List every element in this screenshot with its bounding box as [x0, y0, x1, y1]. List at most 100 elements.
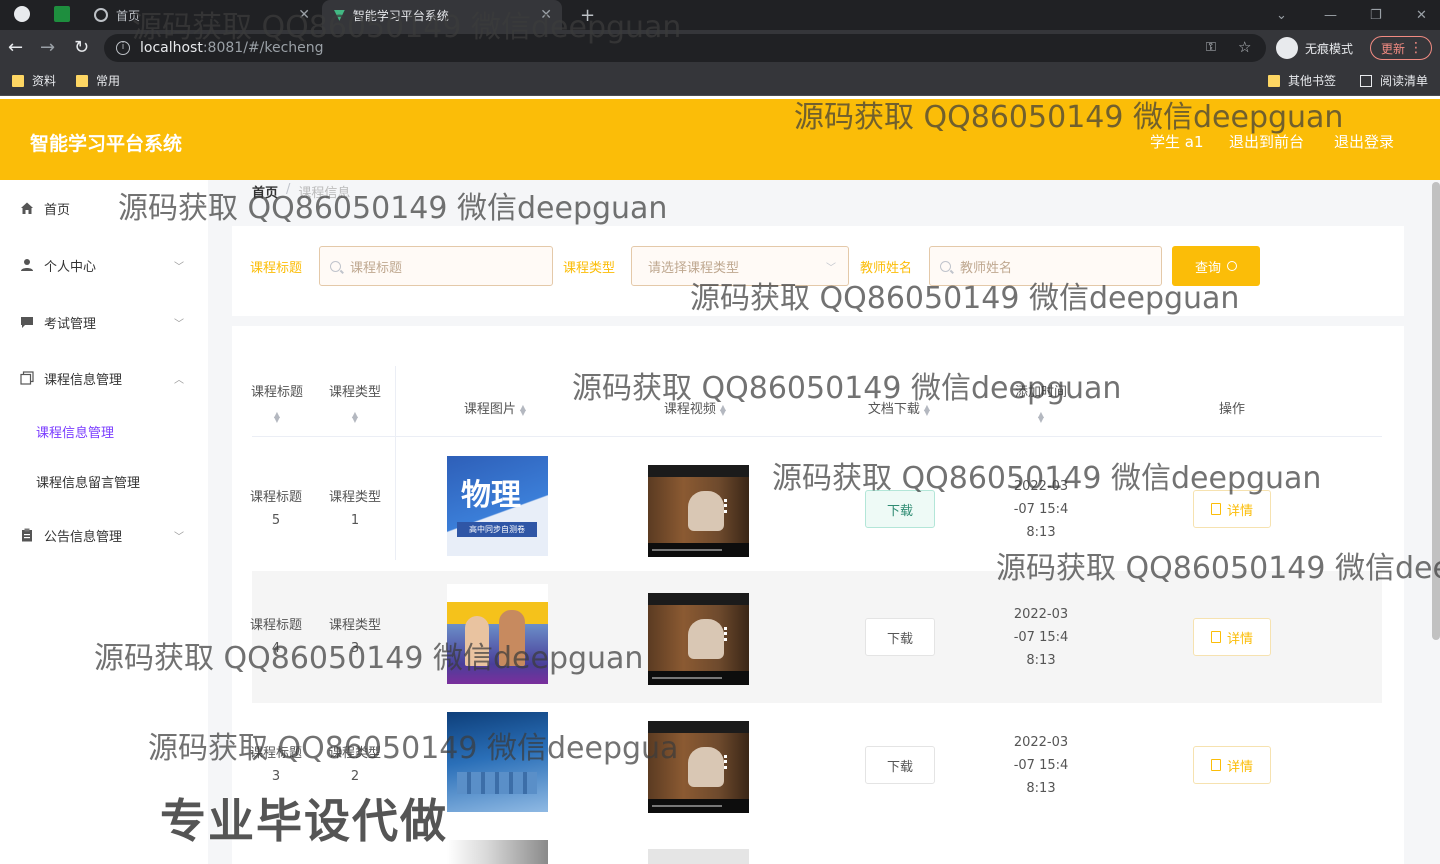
reload-icon[interactable]: ↻	[74, 38, 89, 58]
logout-link[interactable]: 退出登录	[1334, 131, 1394, 152]
sort-icon[interactable]: ▲ ▼	[720, 403, 726, 416]
more-icon[interactable]	[724, 755, 727, 769]
folder-icon	[12, 74, 24, 87]
cell-title: 课程标题 3	[249, 746, 302, 784]
course-image[interactable]	[447, 712, 548, 812]
col-header-image[interactable]: 课程图片 ▲ ▼	[430, 398, 560, 417]
cell-title: 课程标题 5	[249, 490, 302, 528]
type-select[interactable]: 请选择课程类型 ﹀	[631, 246, 849, 286]
cell-type: 课程类型 1	[328, 490, 381, 528]
front-link[interactable]: 退出到前台	[1229, 131, 1304, 152]
more-icon[interactable]	[724, 499, 727, 513]
chat-icon	[21, 317, 33, 328]
chevron-down-icon: ﹀	[826, 262, 836, 274]
placeholder: 课程标题	[350, 260, 403, 276]
sidebar-item-course[interactable]: 课程信息管理 ︿	[0, 358, 208, 398]
address-bar[interactable]: i localhost:8081/#/kecheng ⚿ ☆	[104, 34, 1266, 62]
detail-button[interactable]: 详情	[1193, 746, 1271, 784]
placeholder: 请选择课程类型	[648, 260, 740, 276]
course-image[interactable]	[447, 840, 548, 864]
app-title: 智能学习平台系统	[30, 133, 183, 155]
sheets-icon[interactable]	[54, 6, 70, 22]
current-user: 学生 a1	[1150, 133, 1204, 151]
sidebar-item-exam[interactable]: 考试管理 ﹀	[0, 302, 208, 342]
sort-icon[interactable]: ▲ ▼	[352, 410, 358, 423]
tab-home[interactable]: 首页 ✕	[84, 0, 320, 30]
detail-button[interactable]: 详情	[1193, 618, 1271, 656]
vue-icon: ▼	[334, 7, 345, 23]
key-icon[interactable]: ⚿	[1206, 40, 1216, 55]
query-button[interactable]: 查询	[1172, 246, 1260, 286]
info-icon[interactable]: i	[116, 41, 130, 55]
detail-label: 详情	[1226, 631, 1253, 647]
sidebar-item-label: 公告信息管理	[44, 529, 123, 545]
sort-icon[interactable]: ▲ ▼	[1038, 410, 1044, 423]
col-title: 课程视频	[663, 402, 716, 417]
chrome-icon[interactable]	[14, 6, 30, 22]
sidebar-item-home[interactable]: 首页	[0, 188, 208, 228]
incognito-label: 无痕模式	[1305, 41, 1354, 56]
clipboard-icon	[22, 528, 32, 542]
course-image[interactable]	[447, 584, 548, 684]
download-button[interactable]: 下载	[865, 746, 935, 784]
close-icon[interactable]: ✕	[540, 7, 552, 23]
window-close-button[interactable]: ✕	[1416, 0, 1427, 30]
reading-list[interactable]: 阅读清单	[1360, 72, 1428, 89]
page-scrollbar[interactable]	[1432, 182, 1440, 640]
sidebar-item-personal[interactable]: 个人中心 ﹀	[0, 245, 208, 285]
title-filter-label: 课程标题	[250, 261, 303, 276]
course-video[interactable]	[648, 849, 749, 864]
col-header-type[interactable]: 课程类型 ▲ ▼	[326, 381, 384, 429]
bookmark-label: 其他书签	[1288, 74, 1337, 88]
new-tab-button[interactable]: +	[580, 0, 595, 30]
cell-type: 课程类型 3	[328, 618, 381, 656]
minimize-button[interactable]: —	[1324, 0, 1337, 30]
maximize-button[interactable]: ❐	[1370, 0, 1382, 30]
update-button[interactable]: 更新 ⋮	[1370, 36, 1432, 60]
sort-icon[interactable]: ▲ ▼	[924, 403, 930, 416]
course-video[interactable]	[648, 593, 749, 685]
col-header-time[interactable]: 添加时间 ▲ ▼	[1002, 381, 1080, 429]
column-divider	[395, 366, 396, 560]
close-icon[interactable]: ✕	[298, 7, 310, 23]
more-icon[interactable]	[724, 627, 727, 641]
detail-label: 详情	[1226, 759, 1253, 775]
tab-app[interactable]: ▼ 智能学习平台系统 ✕	[322, 0, 562, 30]
course-image[interactable]: 物理 高中同步自测卷	[447, 456, 548, 556]
col-title: 操作	[1218, 402, 1245, 417]
bookmark-folder[interactable]: 常用	[76, 72, 120, 89]
title-search-input[interactable]: 课程标题	[319, 246, 553, 286]
download-button[interactable]: 下载	[865, 618, 935, 656]
col-title: 添加时间	[1014, 385, 1067, 400]
tab-search-icon[interactable]: ⌄	[1276, 0, 1287, 30]
detail-button[interactable]: 详情	[1193, 490, 1271, 528]
folder-icon	[76, 74, 88, 87]
copy-icon	[20, 371, 34, 385]
sidebar-subitem-course-info[interactable]: 课程信息管理	[36, 422, 114, 441]
download-button[interactable]: 下载	[865, 490, 935, 528]
bookmark-folder[interactable]: 其他书签	[1268, 72, 1336, 89]
folder-icon	[1268, 74, 1280, 87]
document-icon	[1210, 503, 1221, 515]
course-video[interactable]	[648, 465, 749, 557]
breadcrumb-home[interactable]: 首页	[252, 182, 278, 201]
sidebar-item-notice[interactable]: 公告信息管理 ﹀	[0, 515, 208, 555]
cover-blocks	[457, 772, 537, 794]
sidebar-subitem-course-messages[interactable]: 课程信息留言管理	[36, 472, 140, 491]
star-icon[interactable]: ☆	[1238, 38, 1251, 56]
teacher-search-input[interactable]: 教师姓名	[929, 246, 1162, 286]
col-header-title[interactable]: 课程标题 ▲ ▼	[250, 381, 304, 429]
incognito-indicator[interactable]: 无痕模式	[1276, 36, 1353, 60]
col-header-video[interactable]: 课程视频 ▲ ▼	[630, 398, 760, 417]
cover-people	[499, 610, 525, 666]
sort-icon[interactable]: ▲ ▼	[274, 410, 280, 423]
col-header-download[interactable]: 文档下载 ▲ ▼	[834, 398, 964, 417]
bookmark-folder[interactable]: 资料	[12, 72, 56, 89]
sort-icon[interactable]: ▲ ▼	[520, 403, 526, 416]
chevron-down-icon: ﹀	[174, 261, 184, 273]
forward-icon[interactable]: →	[40, 38, 55, 58]
course-video[interactable]	[648, 721, 749, 813]
back-icon[interactable]: ←	[8, 38, 23, 58]
address-toolbar: ← → ↻ i localhost:8081/#/kecheng ⚿ ☆ 无痕模…	[0, 30, 1440, 66]
detail-label: 详情	[1226, 503, 1253, 519]
